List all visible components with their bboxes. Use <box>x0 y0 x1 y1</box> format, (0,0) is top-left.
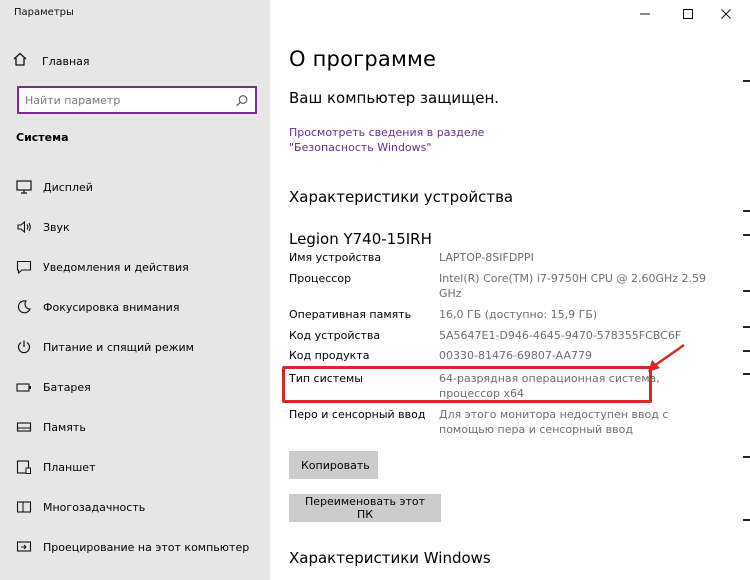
sidebar-home-label: Главная <box>42 54 90 68</box>
device-specs-heading: Характеристики устройства <box>289 188 514 206</box>
sidebar-item-label: Многозадачность <box>43 500 146 514</box>
edge-mark <box>743 519 750 521</box>
sound-icon <box>14 219 34 235</box>
sidebar-item-battery[interactable]: Батарея <box>14 376 91 398</box>
copy-button[interactable]: Копировать <box>289 451 378 479</box>
edge-mark <box>743 373 750 375</box>
spec-value: Intel(R) Core(TM) i7-9750H CPU @ 2.60GHz… <box>439 272 707 300</box>
edge-mark <box>743 326 750 328</box>
spec-label: Код продукта <box>289 349 370 362</box>
title-bar: Параметры <box>0 0 750 28</box>
sidebar-item-projecting[interactable]: Проецирование на этот компьютер <box>14 536 249 558</box>
sidebar-item-label: Дисплей <box>43 180 93 194</box>
edge-mark <box>743 350 750 352</box>
sidebar-item-label: Батарея <box>43 380 91 394</box>
spec-value: Для этого монитора недоступен ввод с пом… <box>439 408 669 436</box>
edge-mark <box>743 80 750 82</box>
maximize-button[interactable] <box>668 0 708 28</box>
page-title: О программе <box>289 47 437 71</box>
spec-value: LAPTOP-8SIFDPPI <box>439 251 534 264</box>
spec-label: Оперативная память <box>289 308 412 321</box>
close-button[interactable] <box>706 0 746 28</box>
edge-mark <box>743 210 750 212</box>
sidebar-item-display[interactable]: Дисплей <box>14 176 93 198</box>
background-window-edge <box>738 28 750 580</box>
storage-icon <box>14 419 34 435</box>
windows-security-link[interactable]: Просмотреть сведения в разделе "Безопасн… <box>289 125 569 155</box>
sidebar-item-focus-assist[interactable]: Фокусировка внимания <box>14 296 179 318</box>
power-icon <box>14 339 34 355</box>
spec-value: 16,0 ГБ (доступно: 15,9 ГБ) <box>439 308 598 321</box>
sidebar-home[interactable]: Главная <box>12 50 90 72</box>
search-icon[interactable] <box>235 93 249 107</box>
sidebar-item-multitasking[interactable]: Многозадачность <box>14 496 145 518</box>
sidebar-item-notifications[interactable]: Уведомления и действия <box>14 256 189 278</box>
spec-label: Процессор <box>289 272 352 285</box>
sidebar-item-label: Звук <box>43 220 70 234</box>
sidebar-item-tablet[interactable]: Планшет <box>14 456 95 478</box>
rename-pc-button[interactable]: Переименовать этот ПК <box>289 494 441 522</box>
spec-label: Перо и сенсорный ввод <box>289 408 426 421</box>
sidebar-item-label: Уведомления и действия <box>43 260 189 274</box>
search-box[interactable] <box>17 86 257 114</box>
tablet-icon <box>14 459 34 475</box>
projecting-icon <box>14 539 34 555</box>
sidebar-item-storage[interactable]: Память <box>14 416 86 438</box>
arrow-annotation-icon <box>648 343 685 372</box>
sidebar-item-label: Питание и спящий режим <box>43 340 194 354</box>
sidebar: Главная Система Дисплей Звук Уведомления… <box>0 0 270 580</box>
battery-icon <box>14 379 34 395</box>
windows-specs-heading: Характеристики Windows <box>289 549 491 567</box>
edge-mark <box>743 290 750 292</box>
edge-mark <box>743 456 750 458</box>
sidebar-section-title: Система <box>16 131 69 144</box>
sidebar-item-sound[interactable]: Звук <box>14 216 70 238</box>
display-icon <box>14 179 34 195</box>
sidebar-item-label: Фокусировка внимания <box>43 300 180 314</box>
device-name: Legion Y740-15IRH <box>289 230 432 248</box>
main-content: О программе Ваш компьютер защищен. Просм… <box>270 0 750 580</box>
search-input[interactable] <box>25 92 225 108</box>
focus-assist-icon <box>14 299 34 315</box>
sidebar-item-label: Планшет <box>43 460 96 474</box>
edge-mark <box>743 234 750 236</box>
sidebar-item-label: Память <box>43 420 86 434</box>
minimize-button[interactable] <box>625 0 665 28</box>
notifications-icon <box>14 259 34 275</box>
spec-label: Имя устройства <box>289 251 382 264</box>
sidebar-item-power[interactable]: Питание и спящий режим <box>14 336 194 358</box>
spec-label: Код устройства <box>289 329 381 342</box>
multitasking-icon <box>14 499 34 515</box>
window-title: Параметры <box>14 7 74 18</box>
sidebar-item-label: Проецирование на этот компьютер <box>43 540 250 554</box>
highlight-annotation <box>282 366 652 403</box>
protection-status: Ваш компьютер защищен. <box>289 89 500 107</box>
home-icon <box>12 51 32 71</box>
